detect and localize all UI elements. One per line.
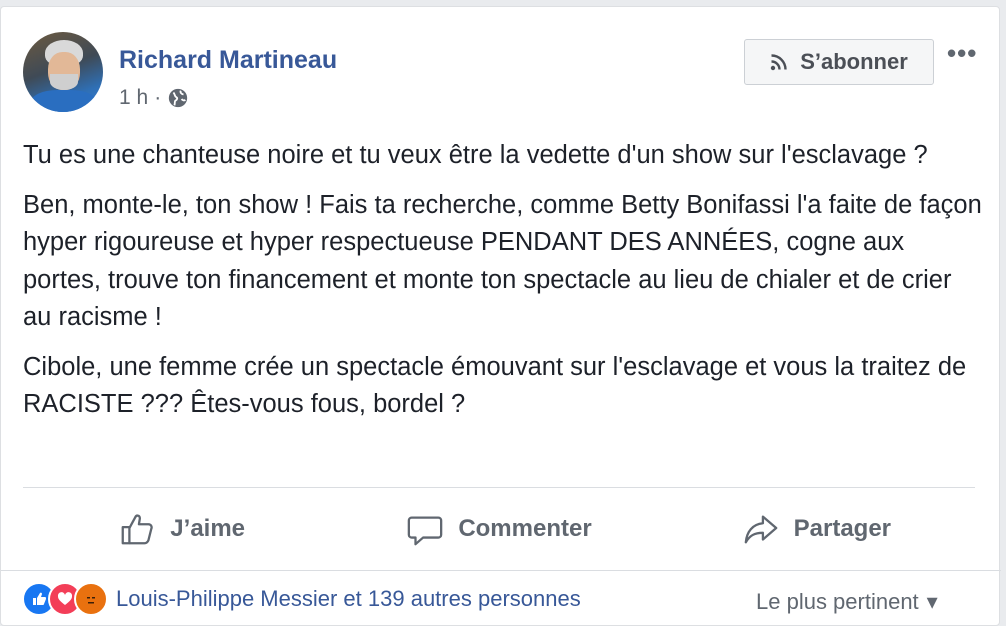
angry-icon bbox=[74, 582, 108, 616]
post-paragraph: Tu es une chanteuse noire et tu veux êtr… bbox=[23, 141, 928, 169]
comment-button[interactable]: Commenter bbox=[340, 488, 657, 570]
thumbs-up-icon bbox=[121, 514, 154, 545]
reactions-divider bbox=[1, 570, 1001, 571]
share-label: Partager bbox=[793, 515, 892, 542]
comment-sort-dropdown[interactable]: Le plus pertinent ▾ bbox=[756, 589, 938, 615]
sort-label: Le plus pertinent bbox=[756, 589, 919, 614]
rss-icon bbox=[771, 54, 787, 71]
avatar-shirt bbox=[31, 90, 97, 112]
post-actions: J’aime Commenter Partager bbox=[23, 488, 975, 570]
chevron-down-icon: ▾ bbox=[926, 589, 938, 614]
meta-separator: · bbox=[154, 86, 162, 109]
post-paragraph: Ben, monte-le, ton show ! Fais ta recher… bbox=[23, 190, 982, 332]
like-label: J’aime bbox=[170, 515, 246, 542]
post-meta: 1 h · bbox=[119, 86, 189, 110]
author-avatar[interactable] bbox=[23, 32, 103, 112]
more-options-icon[interactable]: ••• bbox=[947, 40, 977, 66]
share-button[interactable]: Partager bbox=[658, 488, 975, 570]
comment-label: Commenter bbox=[458, 515, 592, 542]
share-icon bbox=[744, 515, 777, 544]
follow-button[interactable]: S’abonner bbox=[744, 39, 934, 85]
avatar-beard bbox=[50, 74, 78, 90]
comment-icon bbox=[408, 516, 443, 546]
post-paragraph: Cibole, une femme crée un spectacle émou… bbox=[23, 352, 967, 419]
like-button[interactable]: J’aime bbox=[23, 488, 340, 570]
reactions-text[interactable]: Louis-Philippe Messier et 139 autres per… bbox=[116, 586, 581, 612]
post-card: Richard Martineau 1 h · S’abonner ••• Tu… bbox=[0, 6, 1001, 626]
author-name[interactable]: Richard Martineau bbox=[119, 46, 337, 75]
post-timestamp[interactable]: 1 h bbox=[119, 86, 148, 110]
globe-icon[interactable] bbox=[167, 87, 189, 109]
post-body: Tu es une chanteuse noire et tu veux êtr… bbox=[23, 137, 983, 436]
follow-label: S’abonner bbox=[800, 49, 908, 74]
reactions-summary[interactable]: Louis-Philippe Messier et 139 autres per… bbox=[22, 582, 581, 616]
